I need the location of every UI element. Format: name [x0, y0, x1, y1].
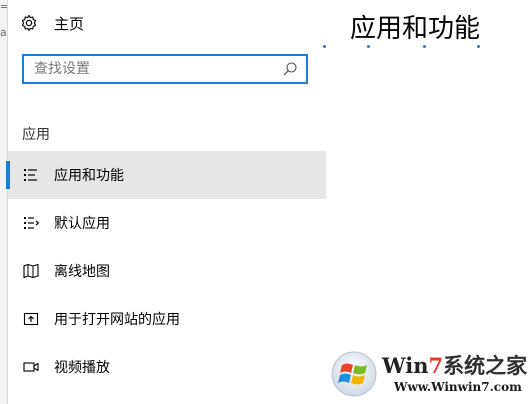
sidebar-item-video-playback[interactable]: 视频播放: [8, 343, 326, 391]
sidebar-item-apps-features[interactable]: 应用和功能: [6, 151, 326, 199]
home-label: 主页: [54, 14, 85, 33]
loading-dot: [423, 45, 426, 48]
background-text-fragment: =: [0, 0, 7, 13]
gear-icon: [20, 14, 38, 32]
background-window-strip: = a: [0, 0, 8, 404]
loading-dot: [323, 45, 326, 48]
section-title-apps: 应用: [22, 127, 50, 143]
watermark-title: Win7系统之家: [382, 353, 528, 378]
search-box[interactable]: [22, 54, 308, 84]
apps-features-icon: [22, 166, 40, 184]
settings-sidebar: 主页 应用 应用和功能: [6, 0, 326, 404]
sidebar-item-apps-for-websites[interactable]: 用于打开网站的应用: [8, 295, 326, 343]
default-apps-icon: [22, 214, 40, 232]
watermark: Win7系统之家 Www.Winwin7.com: [330, 348, 528, 402]
sidebar-item-label: 用于打开网站的应用: [54, 312, 180, 328]
watermark-url: Www.Winwin7.com: [394, 380, 522, 394]
home-nav-item[interactable]: 主页: [20, 10, 84, 36]
sidebar-item-default-apps[interactable]: 默认应用: [8, 199, 326, 247]
loading-dots: [323, 45, 493, 51]
sidebar-item-label: 视频播放: [54, 360, 110, 376]
page-title: 应用和功能: [350, 14, 481, 44]
offline-maps-icon: [22, 262, 40, 280]
sidebar-item-label: 默认应用: [54, 216, 110, 232]
sidebar-item-offline-maps[interactable]: 离线地图: [8, 247, 326, 295]
windows-logo-icon: [330, 350, 378, 398]
background-text-fragment: a: [0, 26, 7, 39]
sidebar-item-label: 离线地图: [54, 264, 110, 280]
apps-for-websites-icon: [22, 310, 40, 328]
sidebar-item-label: 应用和功能: [54, 168, 124, 184]
video-playback-icon: [22, 358, 40, 376]
search-input[interactable]: [24, 61, 282, 77]
search-icon[interactable]: [282, 61, 298, 77]
loading-dot: [367, 45, 370, 48]
loading-dot: [477, 45, 480, 48]
